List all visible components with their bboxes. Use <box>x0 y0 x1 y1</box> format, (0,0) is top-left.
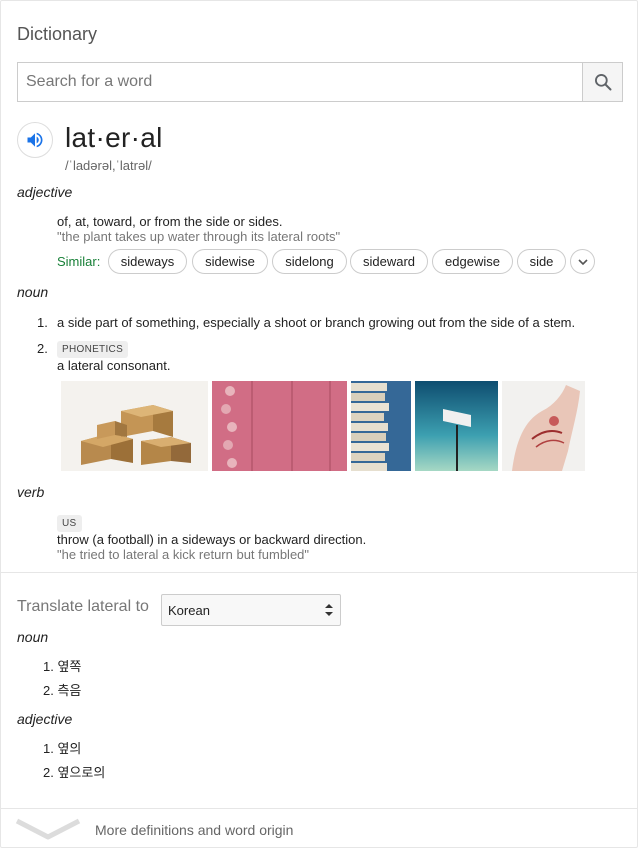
similar-label: Similar: <box>57 254 101 269</box>
translate-label: Translate lateral to <box>17 598 149 615</box>
more-similar-button[interactable] <box>570 249 595 274</box>
language-select[interactable]: Korean <box>161 594 341 626</box>
image-stacked-books[interactable] <box>351 381 411 471</box>
search-input[interactable] <box>18 63 583 101</box>
similar-chip[interactable]: sideways <box>108 249 187 274</box>
adjective-definition: of, at, toward, or from the side or side… <box>57 214 283 229</box>
pos-verb: verb <box>17 484 45 500</box>
sense-number: 1. <box>37 315 48 330</box>
translation-item: 1. 옆쪽 <box>43 659 82 674</box>
translation-item: 1. 옆의 <box>43 741 82 756</box>
phonetics-tag: PHONETICS <box>57 341 129 358</box>
divider <box>1 572 638 573</box>
translation-item: 2. 옆으로의 <box>43 765 106 780</box>
similar-chip[interactable]: edgewise <box>432 249 513 274</box>
adjective-example: "the plant takes up water through its la… <box>57 229 341 244</box>
noun-definition-2: a lateral consonant. <box>57 358 171 373</box>
dictionary-card: Dictionary lat·er·al /ˈladərəl,ˈlatrəl/ … <box>0 0 638 848</box>
translation-item: 2. 측음 <box>43 683 82 698</box>
search-button[interactable] <box>582 63 622 101</box>
verb-definition: throw (a football) in a sideways or back… <box>57 532 367 547</box>
image-pink-wood[interactable] <box>212 381 347 471</box>
pos-noun: noun <box>17 284 49 300</box>
chevron-down-icon <box>577 258 588 265</box>
translate-pos-adjective: adjective <box>17 711 73 727</box>
pronunciation: /ˈladərəl,ˈlatrəl/ <box>65 158 152 173</box>
image-neck-illustration[interactable] <box>502 381 585 471</box>
speaker-icon <box>27 132 43 148</box>
pronounce-button[interactable] <box>17 122 53 158</box>
more-definitions-label: More definitions and word origin <box>95 822 294 838</box>
verb-example: "he tried to lateral a kick return but f… <box>57 547 310 562</box>
region-tag: US <box>57 515 82 532</box>
similar-chip[interactable]: sidelong <box>272 249 347 274</box>
image-cardboard-boxes[interactable] <box>61 381 208 471</box>
headword: lat·er·al <box>65 122 163 153</box>
search-icon <box>594 74 611 91</box>
search-box <box>17 62 623 102</box>
similar-chip[interactable]: sideward <box>350 249 428 274</box>
language-select-value: Korean <box>168 602 210 618</box>
more-definitions-link[interactable]: More definitions and word origin <box>1 809 638 849</box>
pos-adjective: adjective <box>17 184 73 200</box>
similar-chip[interactable]: sidewise <box>192 249 268 274</box>
translate-pos-noun: noun <box>17 629 49 645</box>
image-billboard[interactable] <box>415 381 498 471</box>
noun-definition-1: a side part of something, especially a s… <box>57 315 576 330</box>
chevron-down-icon <box>15 818 81 840</box>
sense-number: 2. <box>37 341 48 356</box>
similar-chip[interactable]: side <box>517 249 566 274</box>
select-arrows-icon <box>325 604 333 616</box>
card-title: Dictionary <box>17 24 98 44</box>
